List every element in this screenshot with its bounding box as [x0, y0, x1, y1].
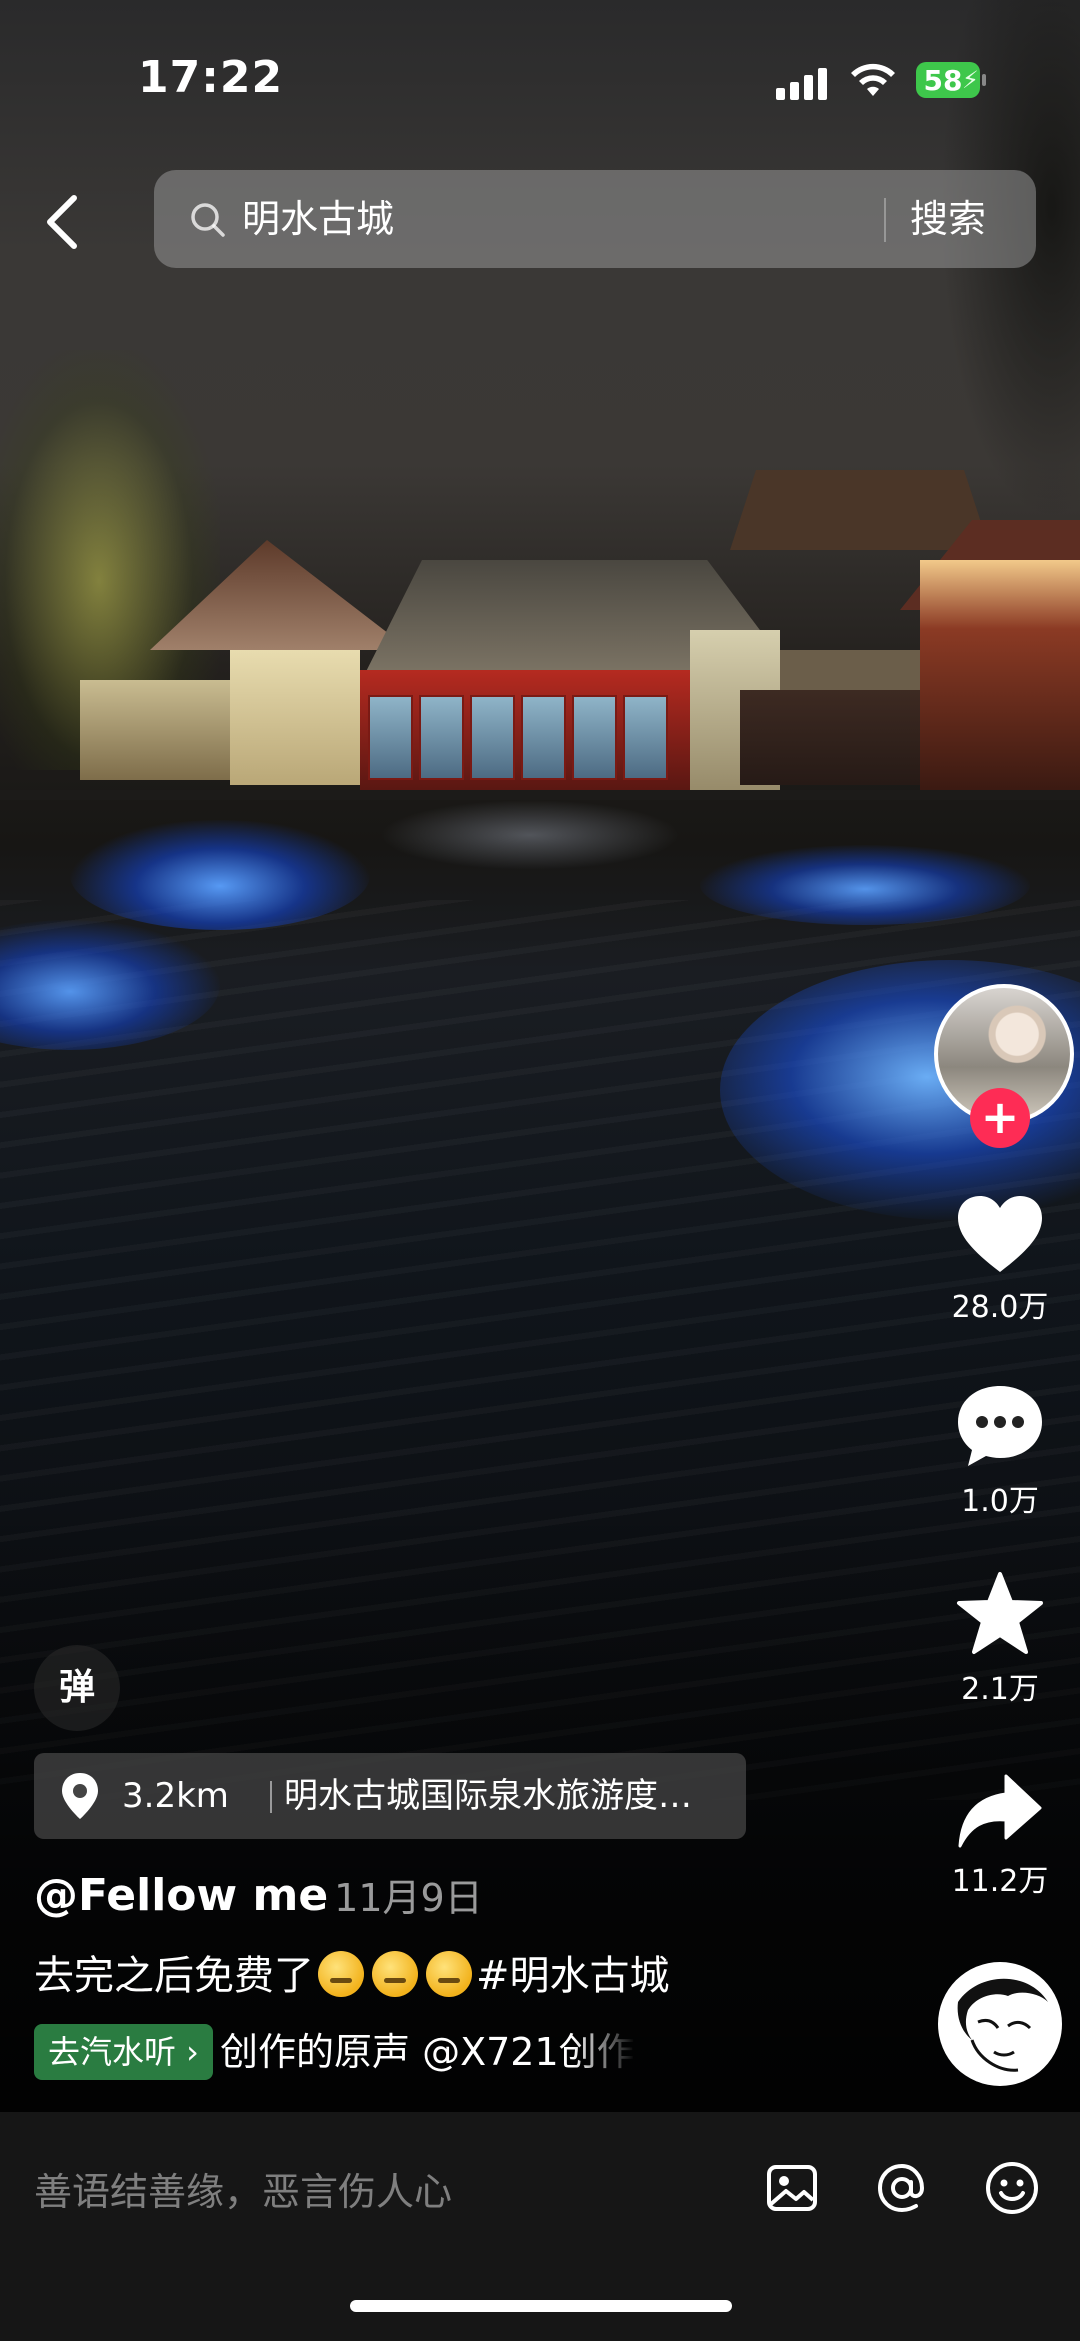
caption-hashtag[interactable]: #明水古城	[476, 1953, 670, 1999]
building-windows	[368, 695, 668, 780]
status-bar: 17:22 58 ⚡	[0, 0, 1080, 150]
wifi-icon	[851, 63, 895, 96]
blue-fountain	[70, 820, 370, 930]
share-button[interactable]: 11.2万	[934, 1772, 1066, 1900]
video-screen: 17:22 58 ⚡ 明水古城 搜索 + 28.0万 1.0万 2.1万 11.…	[0, 0, 1080, 2341]
building-roof	[730, 470, 990, 550]
location-distance: 3.2km	[122, 1776, 229, 1816]
status-time: 17:22	[138, 52, 284, 103]
music-cover-sketch	[957, 1978, 1048, 2072]
search-input[interactable]: 明水古城	[242, 192, 394, 246]
like-button[interactable]: 28.0万	[934, 1192, 1066, 1326]
location-name: 明水古城国际泉水旅游度…	[284, 1776, 692, 1816]
author-username[interactable]: @Fellow me	[34, 1866, 328, 1926]
danmaku-toggle[interactable]: 弹	[34, 1645, 120, 1731]
comment-input[interactable]: 善语结善缘，恶言伤人心	[34, 2164, 452, 2220]
music-disc[interactable]	[938, 1962, 1062, 2086]
comment-count: 1.0万	[961, 1484, 1039, 1519]
favorite-count: 2.1万	[961, 1672, 1039, 1707]
image-icon[interactable]	[762, 2158, 822, 2218]
blue-fountain	[700, 845, 1030, 925]
comment-icon	[958, 1386, 1042, 1466]
bandage-face-emoji-icon	[426, 1951, 472, 1997]
building-wall	[230, 650, 360, 785]
music-title: 创作的原声 @X721创作	[220, 2030, 635, 2074]
search-button[interactable]: 搜索	[910, 192, 986, 246]
search-bar[interactable]: 明水古城 搜索	[154, 170, 1036, 268]
home-indicator	[350, 2300, 732, 2312]
battery-level: 58	[923, 64, 963, 97]
cellular-signal-icon	[776, 62, 830, 100]
battery-indicator: 58 ⚡	[916, 62, 986, 98]
post-date: · 11月9日	[310, 1876, 483, 1920]
waterline	[0, 790, 1080, 800]
emoji-icon[interactable]	[982, 2158, 1042, 2218]
favorite-button[interactable]: 2.1万	[934, 1570, 1066, 1708]
woozy-emoji-icon	[318, 1951, 364, 1997]
post-caption: 去完之后免费了 #明水古城	[34, 1946, 670, 2006]
follow-button[interactable]: +	[970, 1088, 1030, 1148]
open-qishui-button[interactable]: 去汽水听 ›	[34, 2024, 213, 2080]
charging-bolt-icon: ⚡	[962, 66, 979, 94]
music-row[interactable]: 创作的原声 @X721创作 去汽水听 ›	[34, 2024, 674, 2084]
search-divider	[884, 198, 886, 242]
zipper-mouth-emoji-icon	[372, 1951, 418, 1997]
building-wall	[920, 560, 1080, 790]
building-wall	[80, 680, 230, 780]
caption-text: 去完之后免费了	[34, 1953, 314, 1999]
location-chip[interactable]: 3.2km 明水古城国际泉水旅游度…	[34, 1753, 746, 1839]
comment-bar: 善语结善缘，恶言伤人心	[0, 2112, 1080, 2341]
share-count: 11.2万	[951, 1864, 1049, 1899]
heart-icon	[958, 1196, 1042, 1272]
back-arrow-icon[interactable]	[36, 190, 92, 254]
comment-button[interactable]: 1.0万	[934, 1382, 1066, 1520]
at-icon[interactable]	[872, 2158, 932, 2218]
star-icon	[957, 1572, 1043, 1654]
location-divider	[270, 1781, 272, 1813]
location-pin-icon	[62, 1773, 98, 1819]
water-reflection	[380, 800, 680, 870]
like-count: 28.0万	[951, 1290, 1049, 1325]
search-icon	[191, 203, 225, 237]
share-icon	[958, 1774, 1042, 1848]
